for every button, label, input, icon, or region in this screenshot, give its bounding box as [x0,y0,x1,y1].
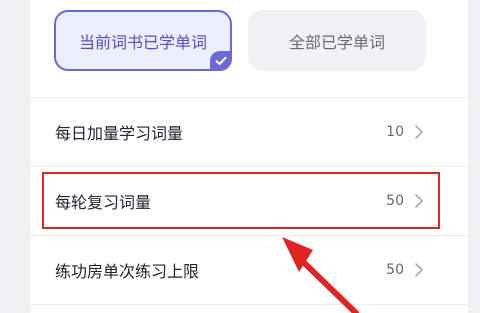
highlight-box [42,172,440,229]
setting-row-practice-limit[interactable]: 练功房单次练习上限 50 [30,236,468,304]
settings-panel: 当前词书已学单词 全部已学单词 每日加量学习词量 10 每轮复习词量 50 练功… [30,0,468,313]
setting-row-daily-extra[interactable]: 每日加量学习词量 10 [30,98,468,166]
scope-tab-current-book-label: 当前词书已学单词 [78,32,207,52]
scope-tab-all-learned[interactable]: 全部已学单词 [248,10,426,71]
setting-label: 练功房单次练习上限 [55,262,200,281]
selected-check-icon [210,51,232,71]
setting-value: 50 [386,262,404,278]
setting-label: 每日加量学习词量 [55,124,184,143]
scope-tab-current-book[interactable]: 当前词书已学单词 [54,10,232,71]
divider [30,304,468,305]
chevron-right-icon [415,125,423,139]
scope-tab-all-learned-label: 全部已学单词 [288,32,385,52]
setting-value: 10 [386,124,404,140]
chevron-right-icon [415,263,423,277]
